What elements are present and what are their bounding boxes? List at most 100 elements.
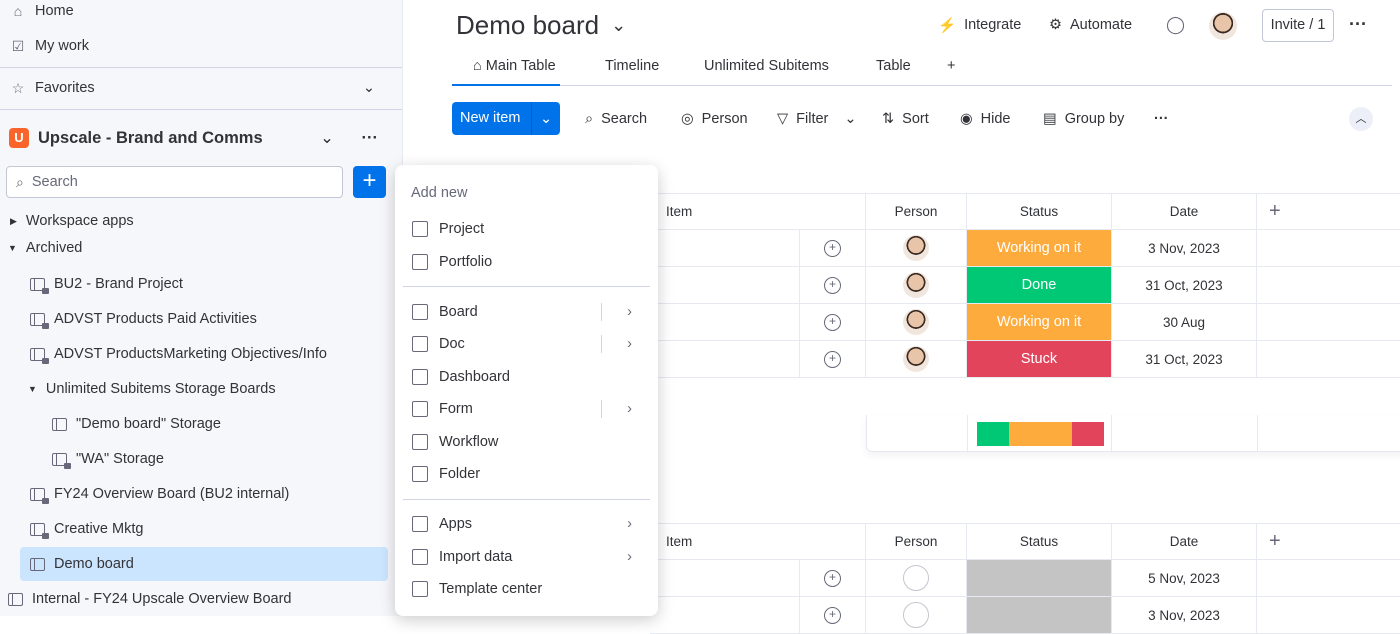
sidebar-item-demo-board[interactable]: Demo board [20, 547, 388, 581]
sidebar-search-input[interactable]: ⌕ Search [6, 166, 343, 198]
date-cell[interactable]: 3 Nov, 2023 [1112, 230, 1257, 267]
item-name-cell[interactable] [650, 341, 800, 378]
filter-button[interactable]: ▽ Filter ⌄ [777, 108, 857, 130]
board-title[interactable]: Demo board ⌄ [456, 10, 626, 41]
person-cell[interactable] [866, 341, 967, 378]
sidebar-item-advst-productsmarketing-objectives-info[interactable]: ADVST ProductsMarketing Objectives/Info [30, 337, 327, 371]
person-cell[interactable] [866, 267, 967, 304]
item-name-cell[interactable] [650, 230, 800, 267]
tab-timeline[interactable]: Timeline [605, 58, 659, 74]
tab-table[interactable]: Table [876, 58, 911, 74]
avatar[interactable] [1209, 12, 1237, 40]
person-cell[interactable] [866, 230, 967, 267]
status-summary-cell[interactable] [967, 415, 1112, 452]
add-update-button[interactable]: + [800, 304, 866, 341]
menu-item-portfolio[interactable]: Portfolio [412, 246, 642, 278]
person-cell[interactable] [866, 560, 967, 597]
status-cell[interactable] [967, 560, 1112, 597]
tab-add[interactable]: + [947, 58, 955, 74]
nav-my-work[interactable]: ☑ My work [10, 29, 89, 63]
column-header-person[interactable]: Person [866, 193, 967, 230]
add-update-button[interactable]: + [800, 230, 866, 267]
menu-item-workflow[interactable]: Workflow [412, 426, 642, 458]
status-cell[interactable]: Working on it [967, 230, 1112, 267]
status-cell[interactable]: Done [967, 267, 1112, 304]
add-update-icon: + [824, 276, 841, 294]
tab-unlimited-subitems[interactable]: Unlimited Subitems [704, 58, 829, 74]
column-header-item[interactable]: Item [650, 193, 866, 230]
menu-item-doc[interactable]: Doc › [412, 328, 642, 360]
sidebar-item-wa-storage[interactable]: "WA" Storage [52, 442, 164, 476]
sort-button[interactable]: ⇅ Sort [882, 108, 929, 130]
hide-button[interactable]: ◉ Hide [960, 108, 1010, 130]
menu-item-template-center[interactable]: Template center [412, 573, 642, 605]
invite-button[interactable]: Invite / 1 [1262, 9, 1334, 42]
more-icon[interactable]: ··· [1349, 14, 1367, 35]
sidebar-item-demo-board-storage[interactable]: "Demo board" Storage [52, 407, 221, 441]
integrate-button[interactable]: ⚡ Integrate [938, 17, 1021, 34]
automate-button[interactable]: ⚙ Automate [1049, 17, 1132, 33]
menu-item-apps[interactable]: Apps › [412, 508, 642, 540]
chevron-right-icon[interactable]: › [627, 549, 632, 565]
menu-item-import-data[interactable]: Import data › [412, 541, 642, 573]
add-new-button[interactable]: + [353, 166, 386, 198]
column-header-item[interactable]: Item [650, 523, 866, 560]
chevron-right-icon[interactable]: › [627, 336, 632, 352]
column-header-date[interactable]: Date [1112, 523, 1257, 560]
date-cell[interactable]: 5 Nov, 2023 [1112, 560, 1257, 597]
add-column-button[interactable]: + [1257, 193, 1400, 230]
chevron-right-icon[interactable]: › [627, 401, 632, 417]
chevron-right-icon[interactable]: › [627, 304, 632, 320]
nav-favorites[interactable]: ☆ Favorites ⌄ [10, 71, 385, 105]
chevron-right-icon[interactable]: › [627, 516, 632, 532]
tab-main-table[interactable]: ⌂ Main Table [473, 58, 556, 74]
workspace-selector[interactable]: U Upscale - Brand and Comms ⌄ ··· [9, 121, 384, 155]
search-button[interactable]: ⌕ Search [585, 108, 647, 130]
sidebar-item-fy24-overview-board-bu2-internal[interactable]: FY24 Overview Board (BU2 internal) [30, 477, 289, 511]
status-cell[interactable]: Working on it [967, 304, 1112, 341]
date-cell[interactable]: 30 Aug [1112, 304, 1257, 341]
menu-item-dashboard[interactable]: Dashboard [412, 361, 642, 393]
date-cell[interactable]: 31 Oct, 2023 [1112, 341, 1257, 378]
collapse-chevron-up-icon[interactable]: ︿ [1349, 107, 1373, 131]
item-name-cell[interactable] [650, 267, 800, 304]
item-name-cell[interactable] [650, 304, 800, 341]
more-icon[interactable]: ··· [362, 129, 378, 148]
column-header-status[interactable]: Status [967, 193, 1112, 230]
column-header-date[interactable]: Date [1112, 193, 1257, 230]
menu-item-folder[interactable]: Folder [412, 458, 642, 490]
portfolio-icon [412, 254, 428, 270]
status-cell[interactable]: Stuck [967, 341, 1112, 378]
item-name-cell[interactable] [650, 560, 800, 597]
column-header-person[interactable]: Person [866, 523, 967, 560]
add-update-button[interactable]: + [800, 560, 866, 597]
add-column-button[interactable]: + [1257, 523, 1400, 560]
sidebar-item-internal-fy24-upscale-overview-board[interactable]: Internal - FY24 Upscale Overview Board [8, 582, 292, 616]
robot-icon: ⚙ [1049, 17, 1062, 33]
add-update-button[interactable]: + [800, 267, 866, 304]
sidebar-item-advst-products-paid-activities[interactable]: ADVST Products Paid Activities [30, 302, 257, 336]
sidebar-item-bu2-brand-project[interactable]: BU2 - Brand Project [30, 267, 183, 301]
workspace-apps-toggle[interactable]: ▶ Workspace apps [10, 208, 134, 234]
menu-item-board[interactable]: Board › [412, 296, 642, 328]
column-header-status[interactable]: Status [967, 523, 1112, 560]
add-update-button[interactable]: + [800, 341, 866, 378]
checkbox-calendar-icon: ☑ [11, 37, 25, 54]
add-new-menu: Add new Project Portfolio Board › Doc › Dashbo… [395, 165, 658, 616]
new-item-button[interactable]: New item ⌄ [452, 102, 560, 135]
divider [601, 400, 602, 418]
more-icon[interactable]: ··· [1154, 108, 1169, 130]
sidebar-item-creative-mktg[interactable]: Creative Mktg [30, 512, 143, 546]
comment-icon[interactable]: ◯ [1166, 15, 1185, 35]
person-filter-button[interactable]: ◎ Person [681, 108, 748, 130]
menu-item-project[interactable]: Project [412, 213, 642, 245]
group-by-button[interactable]: ▤ Group by [1043, 108, 1124, 130]
person-cell[interactable] [866, 304, 967, 341]
chevron-down-icon[interactable]: ⌄ [540, 111, 552, 127]
nav-home[interactable]: ⌂ Home [10, 0, 74, 28]
archived-folder[interactable]: ▼ Archived [8, 236, 82, 260]
date-cell[interactable]: 31 Oct, 2023 [1112, 267, 1257, 304]
menu-item-form[interactable]: Form › [412, 393, 642, 425]
chevron-down-icon[interactable]: ⌄ [320, 128, 334, 148]
sidebar-item-unlimited-subitems-storage-boards[interactable]: ▼ Unlimited Subitems Storage Boards [28, 372, 276, 406]
